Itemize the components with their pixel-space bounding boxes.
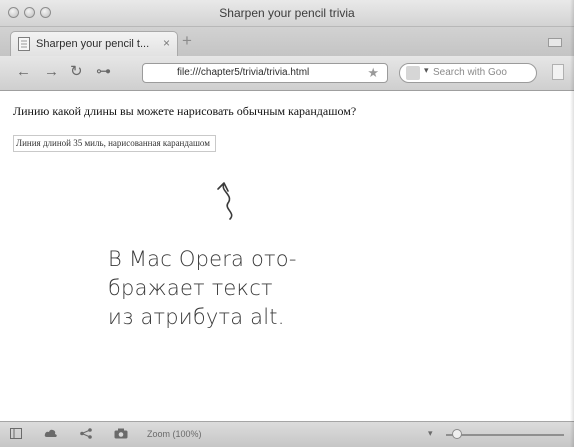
- zoom-label: Zoom (100%): [147, 429, 202, 439]
- zoom-slider-track[interactable]: [446, 434, 564, 436]
- chevron-down-icon[interactable]: ▾: [424, 65, 429, 76]
- annotation-line: В Mac Opera ото-: [108, 247, 297, 271]
- cloud-icon[interactable]: [44, 428, 58, 442]
- home-icon[interactable]: ⊶: [96, 64, 111, 80]
- window-title: Sharpen your pencil trivia: [219, 6, 355, 20]
- reload-icon[interactable]: ↻: [70, 64, 83, 80]
- screenshot-stage: Sharpen your pencil trivia Sharpen your …: [0, 0, 574, 447]
- navigation-toolbar: ← → ↻ ⊶ file:///chapter5/trivia/trivia.h…: [0, 56, 574, 91]
- camera-icon-glyph: [114, 428, 128, 439]
- window-edge-shadow: [570, 0, 574, 447]
- page-content: Линию какой длины вы можете нарисовать о…: [0, 91, 574, 421]
- search-field[interactable]: ▾ Search with Goo: [399, 63, 537, 83]
- browser-window: Sharpen your pencil trivia Sharpen your …: [0, 0, 574, 447]
- camera-icon[interactable]: [114, 428, 128, 442]
- url-text[interactable]: file:///chapter5/trivia/trivia.html: [177, 67, 309, 78]
- search-placeholder[interactable]: Search with Goo: [433, 67, 507, 78]
- star-icon[interactable]: ★: [367, 65, 379, 81]
- tab-sharpen-your-pencil[interactable]: Sharpen your pencil t... ×: [10, 31, 178, 56]
- title-bar: Sharpen your pencil trivia: [0, 0, 574, 27]
- hand-drawn-arrow-icon: [217, 182, 233, 220]
- status-bar: Zoom (100%) ▾: [0, 421, 574, 447]
- cloud-icon-glyph: [44, 429, 57, 437]
- panel-icon-glyph: [10, 428, 22, 439]
- tab-list-icon[interactable]: [548, 38, 562, 47]
- annotation-line: бражает текст: [108, 276, 273, 300]
- question-text: Линию какой длины вы можете нарисовать о…: [13, 104, 357, 118]
- share-icon-glyph: [80, 428, 92, 439]
- zoom-slider-thumb[interactable]: [452, 429, 462, 439]
- tab-bar: Sharpen your pencil t... × +: [0, 27, 574, 56]
- search-engine-icon[interactable]: [406, 66, 420, 80]
- page-icon[interactable]: [552, 64, 564, 80]
- new-tab-icon[interactable]: +: [182, 32, 192, 49]
- tab-title: Sharpen your pencil t...: [36, 38, 150, 50]
- chevron-down-icon[interactable]: ▾: [428, 428, 433, 439]
- page-icon: [18, 37, 30, 51]
- annotation-line: из атрибута alt.: [108, 305, 285, 329]
- panel-icon[interactable]: [10, 428, 22, 442]
- share-icon[interactable]: [80, 428, 92, 442]
- image-alt-text: Линия длиной 35 миль, нарисованная каран…: [13, 135, 216, 152]
- address-bar[interactable]: file:///chapter5/trivia/trivia.html ★: [142, 63, 388, 83]
- handwritten-annotation: В Mac Opera ото- бражает текст из атрибу…: [108, 245, 297, 332]
- forward-arrow-icon[interactable]: →: [44, 64, 59, 80]
- back-arrow-icon[interactable]: ←: [16, 64, 31, 80]
- tab-close-icon[interactable]: ×: [163, 36, 170, 50]
